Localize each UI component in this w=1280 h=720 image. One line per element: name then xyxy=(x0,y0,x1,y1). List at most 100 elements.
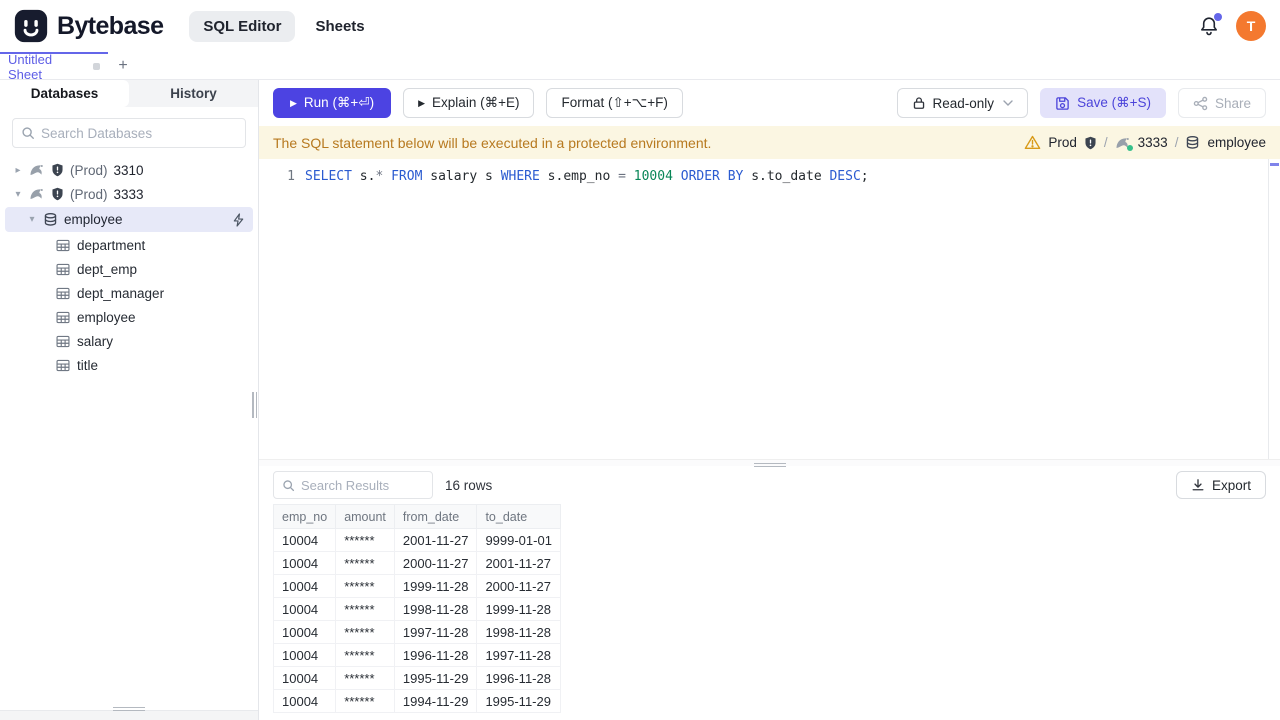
table-tree-item[interactable]: title xyxy=(0,353,258,377)
database-search[interactable] xyxy=(12,118,246,148)
search-icon xyxy=(21,126,35,140)
row-count: 16 rows xyxy=(445,477,493,493)
chevron-down-icon xyxy=(1003,100,1013,106)
chevron-down-icon[interactable]: ▾ xyxy=(13,189,23,200)
results-splitter[interactable] xyxy=(259,459,1280,469)
database-row-employee[interactable]: ▾ employee xyxy=(5,207,253,232)
mysql-icon xyxy=(1115,136,1133,151)
sql-token: s. xyxy=(351,169,376,184)
header-right: T xyxy=(1198,11,1266,41)
table-row[interactable]: 10004 ****** 1995-11-29 1996-11-28 xyxy=(272,666,561,690)
table-cell: ****** xyxy=(335,597,395,621)
explain-button[interactable]: ▶ Explain (⌘+E) xyxy=(403,88,535,118)
tab-dirty-indicator[interactable] xyxy=(93,63,100,70)
minimap-code-mark xyxy=(1270,163,1279,166)
sql-token: = xyxy=(618,169,626,184)
separator: / xyxy=(1174,135,1179,150)
instance-label[interactable]: 3333 xyxy=(1138,135,1168,150)
sql-token: FROM xyxy=(391,169,423,184)
instance-row-3310[interactable]: ▸ (Prod) 3310 xyxy=(0,158,258,182)
sidebar-bottom-resize-handle[interactable] xyxy=(113,705,145,713)
database-icon xyxy=(43,212,58,227)
table-cell: 1997-11-28 xyxy=(476,643,561,667)
table-tree-item[interactable]: department xyxy=(0,233,258,257)
table-row[interactable]: 10004 ****** 1994-11-29 1995-11-29 xyxy=(272,689,561,713)
share-label: Share xyxy=(1214,95,1251,111)
database-icon xyxy=(1185,135,1200,150)
results-search[interactable] xyxy=(273,471,433,499)
table-cell: 10004 xyxy=(272,689,337,713)
results-table-header: emp_no amount from_date to_date xyxy=(272,504,561,529)
nav-sql-editor[interactable]: SQL Editor xyxy=(189,10,296,42)
tab-history[interactable]: History xyxy=(129,80,258,107)
add-sheet-button[interactable]: + xyxy=(108,52,138,79)
database-name: employee xyxy=(64,212,123,227)
table-name: salary xyxy=(77,333,114,349)
save-button[interactable]: Save (⌘+S) xyxy=(1040,88,1166,118)
sql-token: 10004 xyxy=(633,169,673,184)
table-tree-item[interactable]: employee xyxy=(0,305,258,329)
editor-minimap[interactable] xyxy=(1268,159,1280,459)
sidebar-resize-handle[interactable] xyxy=(252,392,257,418)
database-label[interactable]: employee xyxy=(1207,135,1266,150)
quick-action-bolt-icon[interactable] xyxy=(232,212,245,227)
tab-untitled-sheet[interactable]: Untitled Sheet xyxy=(0,52,108,82)
table-cell: 1996-11-28 xyxy=(476,666,561,690)
sidebar-bottom-panel xyxy=(0,706,258,720)
table-cell: 2000-11-27 xyxy=(393,551,478,575)
table-tree-item[interactable]: dept_manager xyxy=(0,281,258,305)
main-panel: ▶ Run (⌘+⏎) ▶ Explain (⌘+E) Format (⇧+⌥+… xyxy=(259,80,1280,720)
table-cell: 2000-11-27 xyxy=(476,574,561,598)
instance-name: 3310 xyxy=(113,162,144,178)
table-cell: 10004 xyxy=(272,620,337,644)
table-list: department dept_emp dept_manager employe… xyxy=(0,233,258,377)
table-tree-item[interactable]: salary xyxy=(0,329,258,353)
environment-label[interactable]: Prod xyxy=(1048,135,1077,150)
sql-token: DESC xyxy=(829,169,861,184)
table-cell: ****** xyxy=(335,689,395,713)
download-icon xyxy=(1191,478,1205,492)
database-tree: ▸ (Prod) 3310 ▾ (Prod) 3333 ▾ employee d… xyxy=(0,158,258,710)
table-row[interactable]: 10004 ****** 2001-11-27 9999-01-01 xyxy=(272,528,561,552)
instance-row-3333[interactable]: ▾ (Prod) 3333 xyxy=(0,182,258,206)
chevron-right-icon[interactable]: ▸ xyxy=(13,165,23,176)
splitter-handle[interactable] xyxy=(753,461,786,469)
chevron-down-icon[interactable]: ▾ xyxy=(27,214,37,225)
column-header[interactable]: emp_no xyxy=(272,504,337,529)
column-header[interactable]: amount xyxy=(335,504,395,529)
format-button[interactable]: Format (⇧+⌥+F) xyxy=(546,88,683,118)
online-status-dot xyxy=(1126,144,1133,151)
readonly-mode-button[interactable]: Read-only xyxy=(896,88,1029,118)
connection-breadcrumb: Prod / 3333 / employee xyxy=(1024,135,1266,151)
avatar[interactable]: T xyxy=(1236,11,1266,41)
column-header[interactable]: from_date xyxy=(393,504,478,529)
sql-editor[interactable]: 1 SELECT s.* FROM salary s WHERE s.emp_n… xyxy=(259,159,1280,459)
table-cell: 10004 xyxy=(272,551,337,575)
table-cell: 1996-11-28 xyxy=(393,643,478,667)
export-button[interactable]: Export xyxy=(1175,471,1266,499)
share-button[interactable]: Share xyxy=(1177,88,1266,118)
nav-sheets[interactable]: Sheets xyxy=(301,11,378,42)
table-row[interactable]: 10004 ****** 1998-11-28 1999-11-28 xyxy=(272,597,561,621)
table-tree-item[interactable]: dept_emp xyxy=(0,257,258,281)
table-row[interactable]: 10004 ****** 1997-11-28 1998-11-28 xyxy=(272,620,561,644)
readonly-label: Read-only xyxy=(932,95,995,111)
table-row[interactable]: 10004 ****** 1999-11-28 2000-11-27 xyxy=(272,574,561,598)
table-row[interactable]: 10004 ****** 1996-11-28 1997-11-28 xyxy=(272,643,561,667)
sql-statement: SELECT s.* FROM salary s WHERE s.emp_no … xyxy=(305,167,869,186)
table-cell: 2001-11-27 xyxy=(476,551,561,575)
tab-databases[interactable]: Databases xyxy=(0,80,129,107)
notification-bell-icon[interactable] xyxy=(1198,13,1222,37)
sql-token: BY xyxy=(727,169,744,184)
column-header[interactable]: to_date xyxy=(476,504,561,529)
sql-token: WHERE xyxy=(500,169,540,184)
instance-env: (Prod) xyxy=(70,186,108,202)
table-row[interactable]: 10004 ****** 2000-11-27 2001-11-27 xyxy=(272,551,561,575)
results-search-input[interactable] xyxy=(301,477,424,493)
database-search-input[interactable] xyxy=(41,125,237,141)
shield-icon xyxy=(1084,136,1097,150)
run-button[interactable]: ▶ Run (⌘+⏎) xyxy=(273,88,392,118)
